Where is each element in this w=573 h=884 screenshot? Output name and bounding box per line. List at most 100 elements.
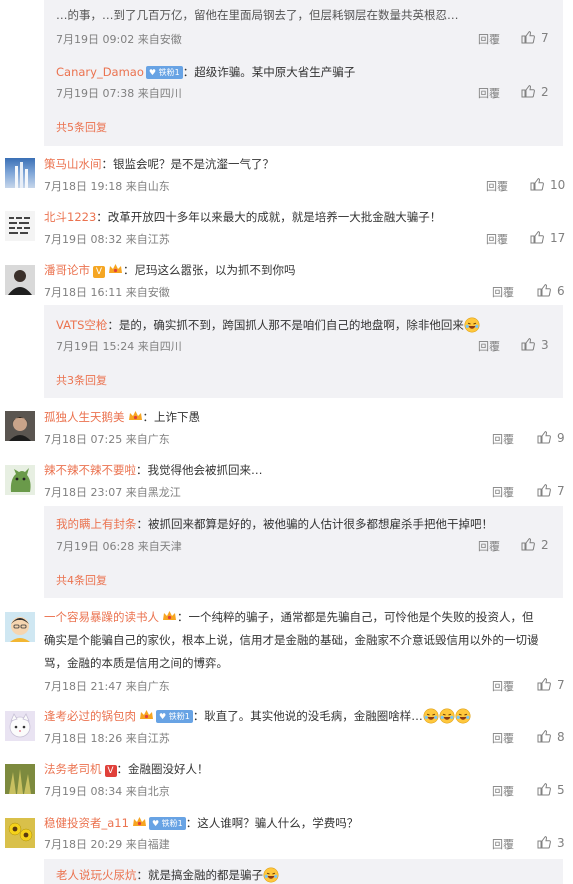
reply-button[interactable]: 回覆: [492, 284, 514, 300]
reply-box: VATS空枪：是的，确实抓不到，跨国抓人那不是咱们自己的地盘啊，除非他回来 7月…: [44, 305, 563, 398]
reply-button[interactable]: 回覆: [486, 178, 508, 194]
reply-line: VATS空枪：是的，确实抓不到，跨国抓人那不是咱们自己的地盘啊，除非他回来: [56, 317, 480, 333]
like-button[interactable]: 5: [537, 783, 565, 797]
like-button[interactable]: 7: [521, 31, 549, 45]
comment-username[interactable]: 一个容易暴躁的读书人: [44, 610, 159, 624]
like-count: 7: [557, 678, 565, 692]
reply-button[interactable]: 回覆: [478, 85, 500, 101]
comment-line: 策马山水间：银监会呢？是不是沆瀣一气了？: [44, 156, 274, 172]
reply-text-cut: …的事，…到了几百万亿，留他在里面局钢去了，但层耗钢层在数量共英根忍…: [56, 8, 459, 22]
reply-username[interactable]: 老人说玩火尿炕: [56, 868, 137, 882]
avatar[interactable]: [5, 465, 35, 495]
like-count: 8: [557, 730, 565, 744]
comment-username[interactable]: 潘哥论市: [44, 263, 90, 277]
comment-username[interactable]: 辣不辣不辣不要啦: [44, 463, 136, 477]
thumbs-up-icon: [521, 31, 535, 44]
avatar[interactable]: [5, 411, 35, 441]
reply-time: 7月19日 15:24 来自四川: [56, 340, 182, 353]
reply-button[interactable]: 回覆: [492, 484, 514, 500]
reply-button[interactable]: 回覆: [492, 730, 514, 746]
comment-username[interactable]: 稳健投资者_a11: [44, 816, 129, 830]
reply-button[interactable]: 回覆: [492, 431, 514, 447]
reply-username[interactable]: 我的瞒上有封条: [56, 517, 137, 531]
thumbs-up-icon: [537, 431, 551, 444]
like-button[interactable]: 10: [530, 178, 565, 192]
verified-v-icon: V: [104, 765, 117, 777]
reply-box: …的事，…到了几百万亿，留他在里面局钢去了，但层耗钢层在数量共英根忍… 7月19…: [44, 0, 563, 146]
fan-badge-label: 铁粉1: [168, 712, 190, 721]
thumbs-up-icon: [537, 678, 551, 691]
avatar[interactable]: [5, 818, 35, 848]
avatar[interactable]: [5, 711, 35, 741]
like-button[interactable]: 8: [537, 730, 565, 744]
avatar[interactable]: [5, 764, 35, 794]
like-button[interactable]: 6: [537, 284, 565, 298]
comment-username[interactable]: 孤独人生天鹅美: [44, 410, 125, 424]
comment-text: ：一个纯粹的骗子，通常都是先骗自己，可怜他是个失败的投资人，但: [177, 610, 534, 624]
avatar-image: [5, 818, 35, 848]
fan-badge-label: 铁粉1: [161, 819, 183, 828]
reply-button[interactable]: 回覆: [492, 783, 514, 799]
reply-text: ：就是搞金融的都是骗子: [136, 868, 264, 882]
thumbs-up-icon: [537, 484, 551, 497]
like-button[interactable]: 2: [521, 85, 549, 99]
like-count: 3: [557, 836, 565, 850]
avatar-image: [5, 411, 35, 441]
laughing-emoji-icon: [423, 708, 439, 724]
like-count: 6: [557, 284, 565, 298]
comment-line: 法务老司机 V ：金融圈没好人！: [44, 761, 209, 777]
comment-time: 7月18日 23:07 来自黑龙江: [44, 486, 181, 499]
reply-line: 我的瞒上有封条：被抓回来都算是好的，被他骗的人估计很多都想雇杀手把他干掉吧！: [56, 516, 493, 532]
like-button[interactable]: 7: [537, 678, 565, 692]
like-count: 5: [557, 783, 565, 797]
like-button[interactable]: 3: [521, 338, 549, 352]
more-replies-link[interactable]: 共4条回复: [56, 572, 107, 588]
like-button[interactable]: 2: [521, 538, 549, 552]
fan-badge-label: 铁粉1: [158, 68, 180, 77]
comment-time: 7月18日 07:25 来自广东: [44, 433, 170, 446]
fan-badge: ♥ 铁粉1: [145, 66, 183, 79]
reply-button[interactable]: 回覆: [478, 338, 500, 354]
comment-username[interactable]: 北斗1223: [44, 210, 96, 224]
more-replies-link[interactable]: 共3条回复: [56, 372, 107, 388]
like-count: 10: [550, 178, 566, 192]
avatar-image: [8, 270, 32, 295]
reply-username[interactable]: Canary_Damao: [56, 65, 144, 79]
like-button[interactable]: 7: [537, 484, 565, 498]
comment-time: 7月18日 20:29 来自福建: [44, 838, 170, 851]
avatar[interactable]: [5, 265, 35, 295]
comment-username[interactable]: 法务老司机: [44, 762, 102, 776]
thumbs-up-icon: [521, 85, 535, 98]
reply-text: ：是的，确实抓不到，跨国抓人那不是咱们自己的地盘啊，除非他回来: [107, 318, 464, 332]
thumbs-up-icon: [530, 231, 544, 244]
comment-text: ：这人谁啊？骗人什么，学费吗？: [185, 816, 359, 830]
like-count: 2: [541, 85, 549, 99]
thumbs-up-icon: [530, 178, 544, 191]
reply-text: ：超级诈骗。某中原大省生产骗子: [182, 65, 356, 79]
reply-button[interactable]: 回覆: [478, 538, 500, 554]
avatar[interactable]: [5, 612, 35, 642]
reply-button[interactable]: 回覆: [486, 231, 508, 247]
more-replies-link[interactable]: 共5条回复: [56, 119, 107, 135]
comment-username[interactable]: 逢考必过的锅包肉: [44, 709, 136, 723]
reply-username[interactable]: VATS空枪: [56, 318, 107, 332]
like-button[interactable]: 9: [537, 431, 565, 445]
comment-time: 7月19日 08:34 来自北京: [44, 785, 170, 798]
laughing-emoji-icon: [263, 867, 279, 883]
avatar-image: [9, 217, 30, 234]
reply-time: 7月19日 07:38 来自四川: [56, 87, 182, 100]
like-button[interactable]: 17: [530, 231, 565, 245]
reply-button[interactable]: 回覆: [492, 836, 514, 852]
reply-box: 老人说玩火尿炕：就是搞金融的都是骗子: [44, 859, 563, 884]
comment-line: 辣不辣不辣不要啦：我觉得他会被抓回来…: [44, 462, 263, 478]
comment-username[interactable]: 策马山水间: [44, 157, 102, 171]
reply-button[interactable]: 回覆: [478, 31, 500, 47]
like-button[interactable]: 3: [537, 836, 565, 850]
reply-button[interactable]: 回覆: [492, 678, 514, 694]
comment-line: 孤独人生天鹅美 ：上诈下愚: [44, 409, 200, 425]
comment-line: 一个容易暴躁的读书人 ：一个纯粹的骗子，通常都是先骗自己，可怜他是个失败的投资人，…: [44, 609, 534, 625]
avatar[interactable]: [5, 158, 35, 188]
like-count: 7: [557, 484, 565, 498]
reply-box: 我的瞒上有封条：被抓回来都算是好的，被他骗的人估计很多都想雇杀手把他干掉吧！ 7…: [44, 506, 563, 598]
avatar[interactable]: [5, 211, 35, 241]
